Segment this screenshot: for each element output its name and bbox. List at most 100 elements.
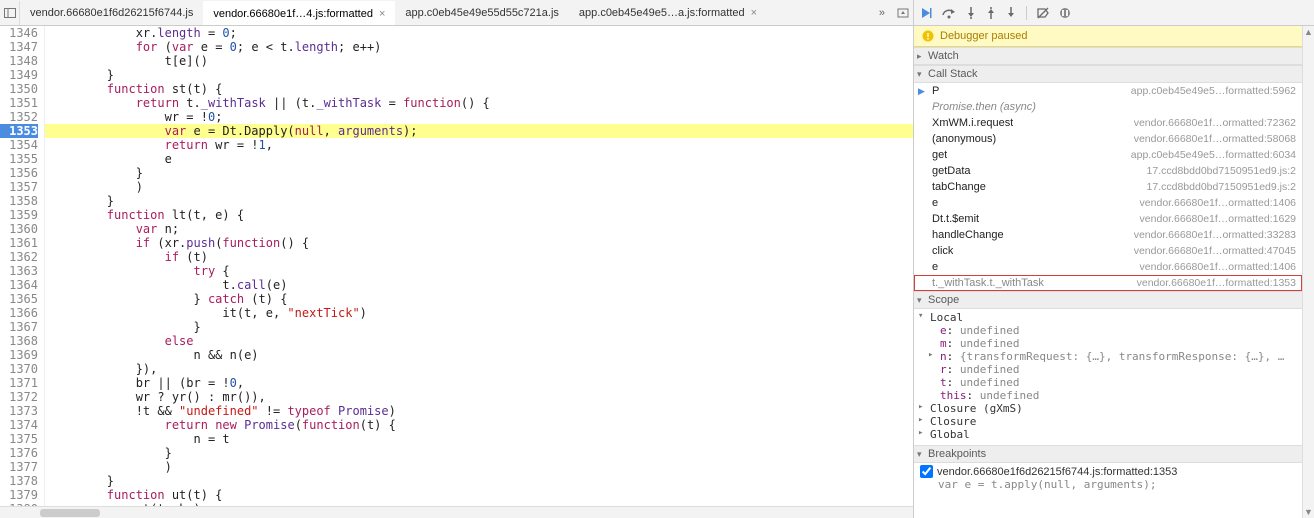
code-line[interactable]: } [45,166,913,180]
code-line[interactable]: } [45,320,913,334]
stack-frame[interactable]: clickvendor.66680e1f…ormatted:47045 [914,243,1302,259]
code-line[interactable]: } catch (t) { [45,292,913,306]
breakpoints-section[interactable]: Breakpoints [914,445,1302,463]
code-line[interactable]: return t._withTask || (t._withTask = fun… [45,96,913,110]
scope-closure-head[interactable]: Closure [918,415,1298,428]
stack-frame[interactable]: evendor.66680e1f…ormatted:1406 [914,259,1302,275]
tabs-overflow-icon[interactable]: » [873,7,891,19]
stack-frame[interactable]: Dt.t.$emitvendor.66680e1f…ormatted:1629 [914,211,1302,227]
stack-fn: getData [932,165,971,177]
code-line[interactable]: } [45,446,913,460]
stack-loc: vendor.66680e1f…ormatted:72362 [1134,117,1296,129]
code-line[interactable]: for (var e = 0; e < t.length; e++) [45,40,913,54]
code-line[interactable]: if (xr.push(function() { [45,236,913,250]
scope-closure-head[interactable]: Global [918,428,1298,441]
show-navigator-icon[interactable] [0,1,20,25]
code-line[interactable]: var e = Dt.Dapply(null, arguments); [45,124,913,138]
tab[interactable]: app.c0eb45e49e55d55c721a.js [395,1,569,25]
code-line[interactable]: try { [45,264,913,278]
scope-var[interactable]: t: undefined [918,376,1298,389]
h-scrollbar[interactable] [0,506,913,518]
stack-frame[interactable]: Papp.c0eb45e49e5…formatted:5962 [914,83,1302,99]
v-scrollbar[interactable]: ▲ ▼ [1302,26,1314,518]
scope-var[interactable]: e: undefined [918,324,1298,337]
step-over-icon[interactable] [942,7,956,19]
code-line[interactable]: function ut(t) { [45,488,913,502]
callstack-section[interactable]: Call Stack [914,65,1302,83]
stack-loc: vendor.66680e1f…formatted:1353 [1137,277,1296,289]
deactivate-breakpoints-icon[interactable] [1037,7,1049,19]
scope-local-head[interactable]: Local [918,311,1298,324]
code-line[interactable]: function st(t) { [45,82,913,96]
debugger-pane: Debugger paused Watch Call Stack Papp.c0… [914,0,1314,518]
resume-icon[interactable] [920,7,932,19]
stack-frame[interactable]: evendor.66680e1f…ormatted:1406 [914,195,1302,211]
code-line[interactable]: function lt(t, e) { [45,208,913,222]
stack-fn: Promise.then (async) [932,101,1036,113]
code-line[interactable]: if (t) [45,250,913,264]
stack-fn: e [932,197,938,209]
stack-loc: vendor.66680e1f…ormatted:33283 [1134,229,1296,241]
call-stack-list: Papp.c0eb45e49e5…formatted:5962 Promise.t… [914,83,1302,291]
code-editor[interactable]: 1346134713481349135013511352135313541355… [0,26,913,506]
stack-frame[interactable]: Promise.then (async) [914,99,1302,115]
scope-list: Locale: undefinedm: undefinedn: {transfo… [914,309,1302,445]
close-icon[interactable]: × [751,7,757,19]
stack-frame[interactable]: (anonymous)vendor.66680e1f…ormatted:5806… [914,131,1302,147]
tab[interactable]: vendor.66680e1f…4.js:formatted× [203,1,395,25]
close-icon[interactable]: × [379,8,385,20]
debugger-toolbar [914,0,1314,26]
scope-var[interactable]: r: undefined [918,363,1298,376]
devtools-root: vendor.66680e1f6d26215f6744.jsvendor.666… [0,0,1314,518]
code-line[interactable]: return new Promise(function(t) { [45,418,913,432]
stack-frame[interactable]: t._withTask.t._withTaskvendor.66680e1f…f… [914,275,1302,291]
scope-closure-head[interactable]: Closure (gXmS) [918,402,1298,415]
stack-frame[interactable]: tabChange17.ccd8bdd0bd7150951ed9.js:2 [914,179,1302,195]
code-line[interactable]: } [45,474,913,488]
code-line[interactable]: }), [45,362,913,376]
code-line[interactable]: !t && "undefined" != typeof Promise) [45,404,913,418]
stack-loc: app.c0eb45e49e5…formatted:5962 [1131,85,1296,97]
scroll-up-icon[interactable]: ▲ [1304,26,1313,38]
stack-fn: e [932,261,938,273]
step-into-icon[interactable] [966,7,976,19]
code-line[interactable]: t.call(e) [45,278,913,292]
code-line[interactable]: } [45,194,913,208]
code-line[interactable]: else [45,334,913,348]
stack-frame[interactable]: getapp.c0eb45e49e5…formatted:6034 [914,147,1302,163]
code-line[interactable]: e [45,152,913,166]
tab[interactable]: app.c0eb45e49e5…a.js:formatted× [569,1,767,25]
code-line[interactable]: br || (br = !0, [45,376,913,390]
tab[interactable]: vendor.66680e1f6d26215f6744.js [20,1,203,25]
watch-section[interactable]: Watch [914,47,1302,65]
step-out-icon[interactable] [986,7,996,19]
step-icon[interactable] [1006,7,1016,19]
scope-var[interactable]: this: undefined [918,389,1298,402]
code-line[interactable]: n = t [45,432,913,446]
code-line[interactable]: ) [45,180,913,194]
code-line[interactable]: wr ? yr() : mr()), [45,390,913,404]
code-line[interactable]: wr = !0; [45,110,913,124]
stack-frame[interactable]: XmWM.i.requestvendor.66680e1f…ormatted:7… [914,115,1302,131]
code-line[interactable]: var n; [45,222,913,236]
scope-section[interactable]: Scope [914,291,1302,309]
code-line[interactable]: ) [45,460,913,474]
more-tabs-icon[interactable] [893,1,913,25]
stack-frame[interactable]: handleChangevendor.66680e1f…ormatted:332… [914,227,1302,243]
breakpoint-item[interactable]: vendor.66680e1f6d26215f6744.js:formatted… [914,463,1302,493]
breakpoint-label: vendor.66680e1f6d26215f6744.js:formatted… [937,466,1177,478]
code-line[interactable]: ct(t, kr), [45,502,913,506]
stack-frame[interactable]: getData17.ccd8bdd0bd7150951ed9.js:2 [914,163,1302,179]
scroll-down-icon[interactable]: ▼ [1304,506,1313,518]
code-line[interactable]: n && n(e) [45,348,913,362]
code-line[interactable]: return wr = !1, [45,138,913,152]
code-content[interactable]: xr.length = 0; for (var e = 0; e < t.len… [45,26,913,506]
scope-var[interactable]: n: {transformRequest: {…}, transformResp… [918,350,1298,363]
code-line[interactable]: it(t, e, "nextTick") [45,306,913,320]
code-line[interactable]: t[e]() [45,54,913,68]
code-line[interactable]: xr.length = 0; [45,26,913,40]
scope-var[interactable]: m: undefined [918,337,1298,350]
code-line[interactable]: } [45,68,913,82]
breakpoint-checkbox[interactable] [920,465,933,478]
pause-exceptions-icon[interactable] [1059,7,1071,19]
